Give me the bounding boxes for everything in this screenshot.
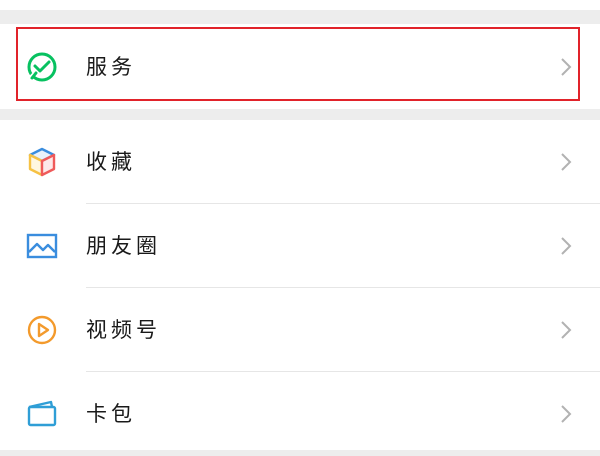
- chevron-right-icon: [561, 153, 572, 171]
- menu-item-label: 收藏: [86, 150, 136, 174]
- menu-item-services[interactable]: 服务: [0, 25, 600, 109]
- menu-item-label: 朋友圈: [86, 234, 161, 258]
- menu-item-label: 服务: [86, 55, 136, 79]
- chevron-right-icon: [561, 58, 572, 76]
- wechat-pay-check-icon: [27, 52, 57, 82]
- menu-group-main: 收藏 朋友圈 视频号 卡包: [0, 120, 600, 450]
- menu-item-channels[interactable]: 视频号: [0, 288, 600, 372]
- card-wallet-icon: [27, 400, 57, 427]
- menu-group-services: 服务: [0, 25, 600, 109]
- menu-item-moments[interactable]: 朋友圈: [0, 204, 600, 288]
- favorites-cube-icon: [28, 147, 56, 177]
- top-spacer-shade: [0, 10, 600, 24]
- moments-picture-icon: [26, 233, 58, 259]
- menu-item-favorites[interactable]: 收藏: [0, 120, 600, 204]
- menu-item-label: 卡包: [86, 402, 136, 426]
- menu-item-card-wallet[interactable]: 卡包: [0, 372, 600, 456]
- chevron-right-icon: [561, 321, 572, 339]
- chevron-right-icon: [561, 237, 572, 255]
- menu-item-label: 视频号: [86, 318, 161, 342]
- channels-play-icon: [27, 315, 57, 345]
- top-spacer: [0, 0, 600, 25]
- chevron-right-icon: [561, 405, 572, 423]
